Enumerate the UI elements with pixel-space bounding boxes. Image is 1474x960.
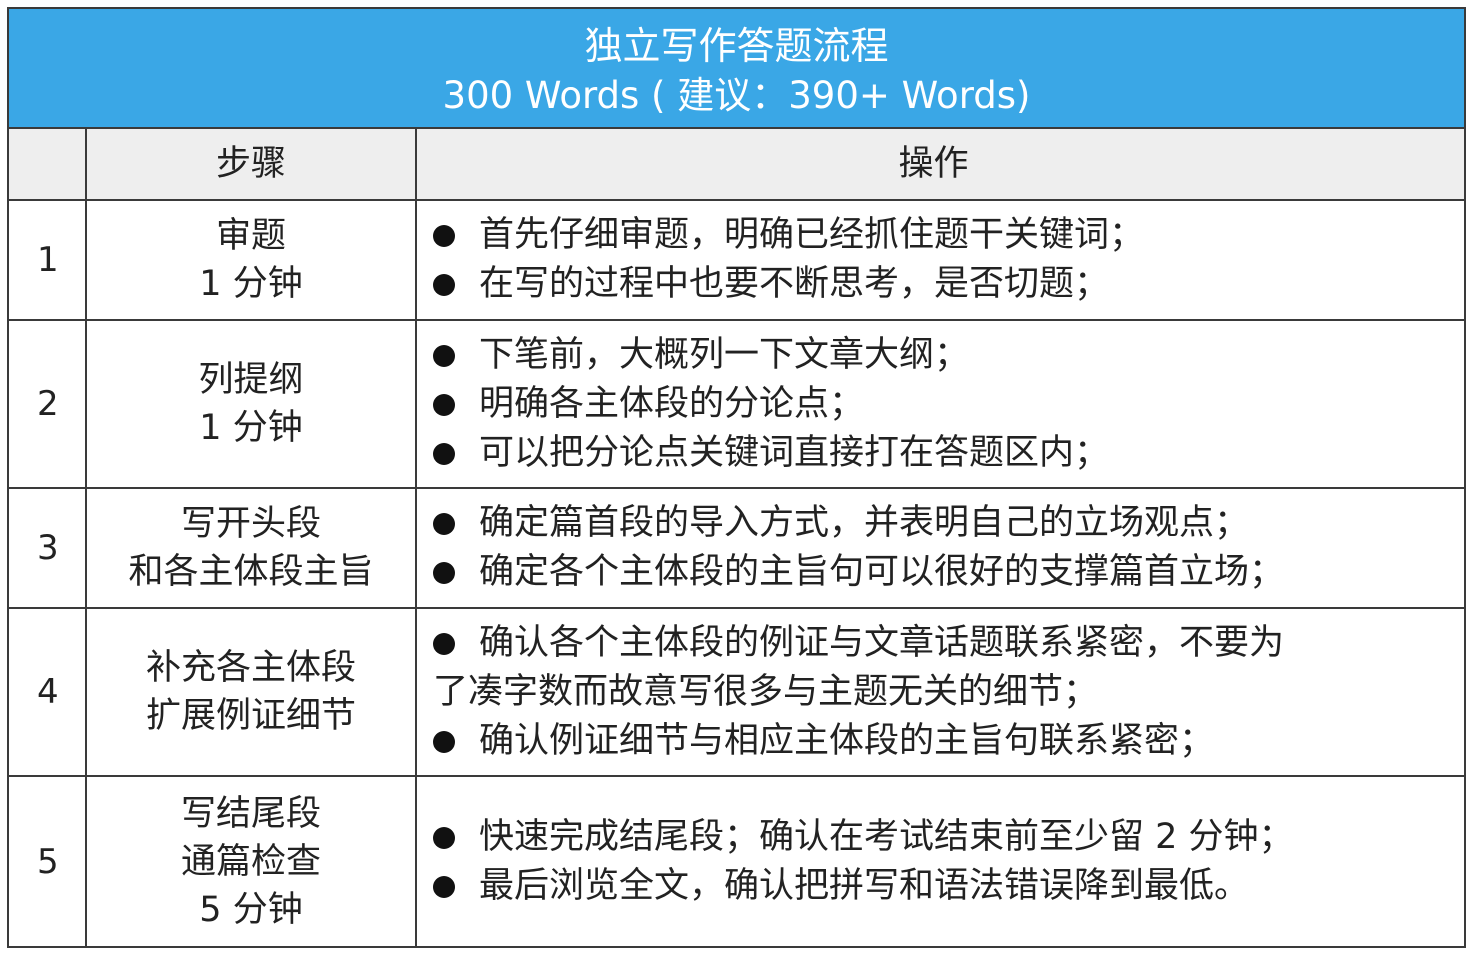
step-name: 列提纲: [198, 360, 304, 400]
bullet-icon: [433, 562, 455, 584]
operation-item: 在写的过程中也要不断思考，是否切题；: [433, 260, 1109, 309]
table-row: 1 审题 1 分钟 首先仔细审题，明确已经抓住题干关键词； 在写的过程中也要不断…: [9, 201, 1464, 321]
header-op-cell: 操作: [417, 129, 1464, 199]
operation-text: 首先仔细审题，明确已经抓住题干关键词；: [479, 215, 1145, 255]
bullet-icon: [433, 875, 455, 898]
operation-item-continued: 了凑字数而故意写很多与主题无关的细节；: [433, 668, 1098, 717]
row-number: 1: [9, 201, 87, 319]
operation-cell: 快速完成结尾段；确认在考试结束前至少留 2 分钟； 最后浏览全文，确认把拼写和语…: [417, 777, 1464, 946]
operation-text: 确认例证细节与相应主体段的主旨句联系紧密；: [479, 720, 1215, 761]
bullet-icon: [433, 632, 455, 655]
step-name: 补充各主体段: [145, 648, 356, 688]
operation-item: 确认各个主体段的例证与文章话题联系紧密，不要为: [433, 619, 1284, 668]
step-cell: 补充各主体段 扩展例证细节: [87, 609, 417, 775]
row-number: 2: [9, 321, 87, 487]
operation-item: 确认例证细节与相应主体段的主旨句联系紧密；: [433, 717, 1214, 766]
operation-text: 最后浏览全文，确认把拼写和语法错误降到最低。: [479, 865, 1250, 906]
operation-text: 在写的过程中也要不断思考，是否切题；: [479, 264, 1110, 304]
operation-item: 下笔前，大概列一下文章大纲；: [433, 331, 969, 380]
step-name-continued: 扩展例证细节: [145, 696, 356, 736]
step-name-continued: 通篇检查: [180, 841, 321, 882]
table-row: 4 补充各主体段 扩展例证细节 确认各个主体段的例证与文章话题联系紧密，不要为 …: [9, 609, 1464, 777]
step-cell: 审题 1 分钟: [87, 201, 417, 319]
header-step-cell: 步骤: [87, 129, 417, 199]
bullet-icon: [433, 393, 455, 416]
operation-cell: 首先仔细审题，明确已经抓住题干关键词； 在写的过程中也要不断思考，是否切题；: [417, 201, 1464, 319]
header-num-cell: [9, 129, 87, 199]
operation-item: 最后浏览全文，确认把拼写和语法错误降到最低。: [433, 862, 1249, 911]
process-table: 独立写作答题流程 300 Words ( 建议：390+ Words) 步骤 操…: [7, 7, 1466, 948]
table-subtitle: 300 Words ( 建议：390+ Words): [442, 74, 1031, 117]
step-cell: 列提纲 1 分钟: [87, 321, 417, 487]
step-duration: 1 分钟: [199, 264, 303, 304]
table-title: 独立写作答题流程: [584, 24, 889, 68]
bullet-icon: [433, 225, 455, 247]
operation-cell: 确认各个主体段的例证与文章话题联系紧密，不要为 了凑字数而故意写很多与主题无关的…: [417, 609, 1464, 775]
operation-item: 首先仔细审题，明确已经抓住题干关键词；: [433, 211, 1144, 260]
operation-text: 下笔前，大概列一下文章大纲；: [479, 334, 970, 375]
operation-text: 确定各个主体段的主旨句可以很好的支撑篇首立场；: [479, 552, 1285, 592]
header-op-label: 操作: [898, 143, 969, 184]
table-row: 5 写结尾段 通篇检查 5 分钟 快速完成结尾段；确认在考试结束前至少留 2 分…: [9, 777, 1464, 946]
operation-text: 明确各主体段的分论点；: [479, 383, 865, 424]
row-number: 5: [9, 777, 87, 946]
table-row: 3 写开头段 和各主体段主旨 确定篇首段的导入方式，并表明自己的立场观点； 确定…: [9, 489, 1464, 609]
step-name-continued: 和各主体段主旨: [128, 552, 374, 592]
operation-text: 确定篇首段的导入方式，并表明自己的立场观点；: [479, 503, 1250, 543]
header-step-label: 步骤: [215, 144, 286, 184]
operation-text: 快速完成结尾段；确认在考试结束前至少留 2 分钟；: [479, 816, 1294, 857]
row-number: 4: [9, 609, 87, 775]
operation-text: 确认各个主体段的例证与文章话题联系紧密，不要为: [479, 622, 1285, 663]
step-name: 审题: [215, 216, 286, 256]
step-name: 写开头段: [180, 504, 321, 544]
operation-item: 确定篇首段的导入方式，并表明自己的立场观点；: [433, 499, 1249, 548]
operation-cell: 确定篇首段的导入方式，并表明自己的立场观点； 确定各个主体段的主旨句可以很好的支…: [417, 489, 1464, 607]
table-title-bar: 独立写作答题流程 300 Words ( 建议：390+ Words): [9, 9, 1464, 129]
table-row: 2 列提纲 1 分钟 下笔前，大概列一下文章大纲； 明确各主体段的分论点； 可以…: [9, 321, 1464, 489]
step-cell: 写结尾段 通篇检查 5 分钟: [87, 777, 417, 946]
operation-item: 明确各主体段的分论点；: [433, 380, 864, 429]
bullet-icon: [433, 344, 455, 367]
bullet-icon: [433, 730, 455, 753]
bullet-icon: [433, 274, 455, 296]
operation-cell: 下笔前，大概列一下文章大纲； 明确各主体段的分论点； 可以把分论点关键词直接打在…: [417, 321, 1464, 487]
operation-text: 了凑字数而故意写很多与主题无关的细节；: [433, 671, 1099, 712]
operation-item: 确定各个主体段的主旨句可以很好的支撑篇首立场；: [433, 548, 1284, 597]
bullet-icon: [433, 442, 455, 465]
operation-item: 快速完成结尾段；确认在考试结束前至少留 2 分钟；: [433, 813, 1294, 862]
step-cell: 写开头段 和各主体段主旨: [87, 489, 417, 607]
step-name: 写结尾段: [180, 793, 321, 834]
operation-text: 可以把分论点关键词直接打在答题区内；: [479, 432, 1110, 473]
bullet-icon: [433, 513, 455, 535]
header-row: 步骤 操作: [9, 129, 1464, 201]
step-duration: 1 分钟: [199, 408, 303, 448]
operation-item: 可以把分论点关键词直接打在答题区内；: [433, 429, 1109, 478]
bullet-icon: [433, 826, 455, 849]
row-number: 3: [9, 489, 87, 607]
step-duration: 5 分钟: [199, 889, 303, 930]
